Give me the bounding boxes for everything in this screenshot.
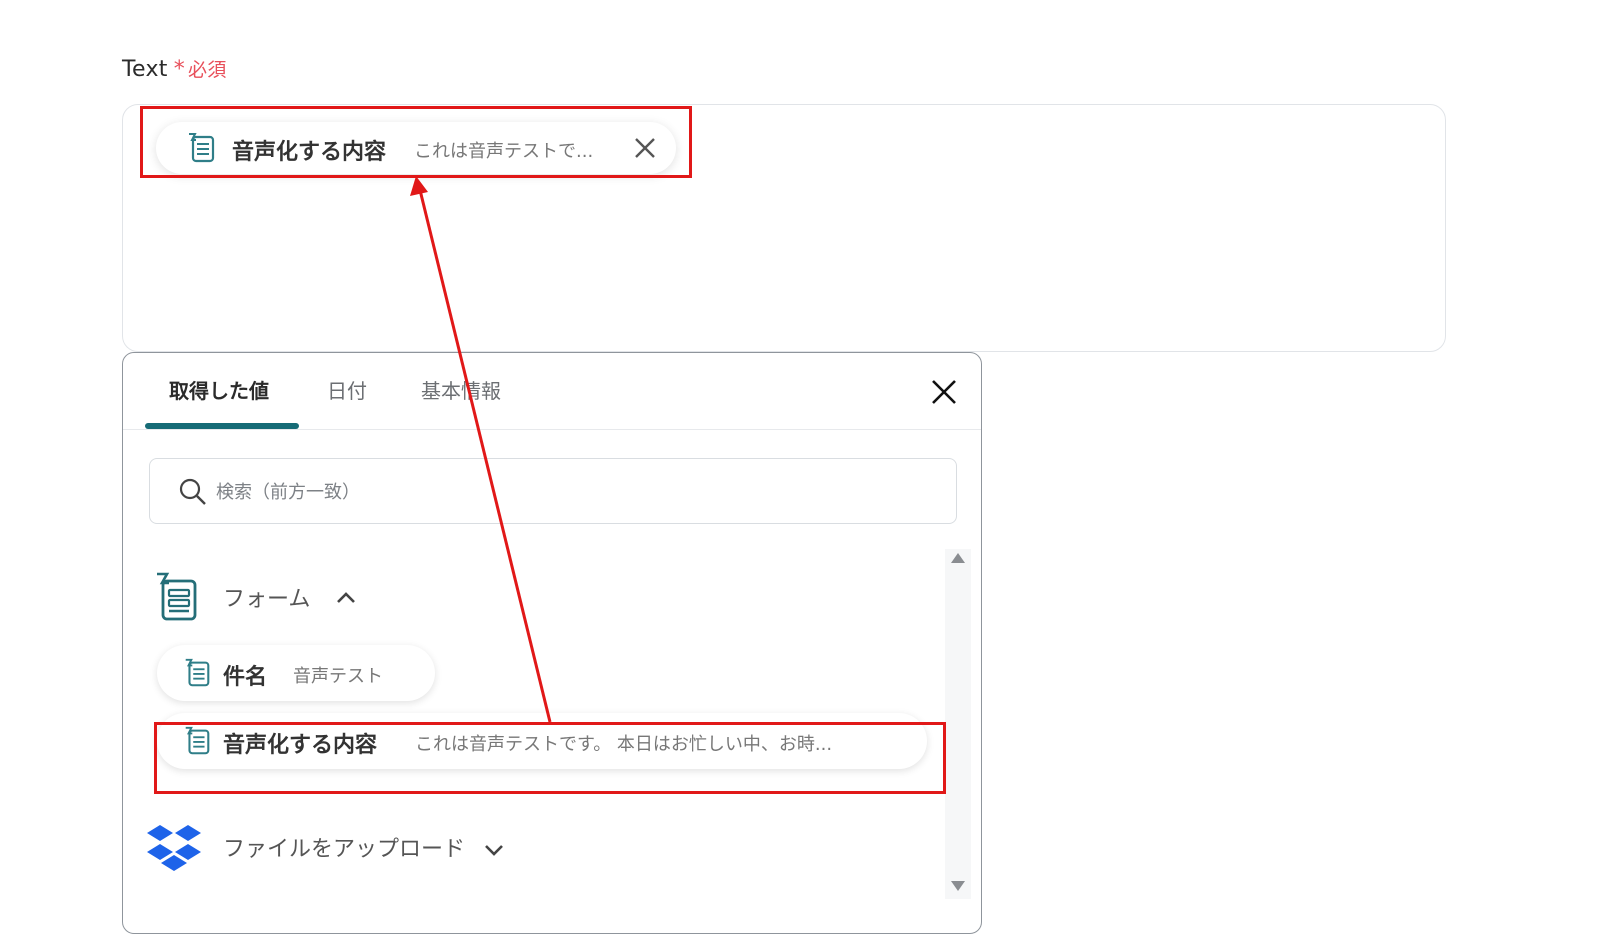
item-preview: これは音声テストです。 本日はお忙しい中、お時...: [415, 734, 833, 755]
remove-token-icon[interactable]: [631, 134, 659, 162]
group-dropbox-label[interactable]: ファイルをアップロード: [223, 831, 465, 863]
scroll-down-arrow[interactable]: [951, 881, 965, 891]
group-form-label[interactable]: フォーム: [223, 581, 310, 613]
search-icon: [179, 478, 206, 505]
item-name: 件名: [223, 665, 268, 690]
list-item-voice-content[interactable]: 音声化する内容 これは音声テストです。 本日はお忙しい中、お時...: [157, 713, 927, 769]
active-tab-indicator: [145, 423, 299, 429]
form-icon: [157, 572, 197, 621]
chevron-down-icon[interactable]: [481, 837, 507, 863]
required-asterisk: *: [173, 57, 186, 82]
close-picker-icon[interactable]: [929, 377, 959, 407]
token-name: 音声化する内容: [232, 140, 387, 165]
field-label-text: Text: [122, 57, 168, 82]
scrollbar-track[interactable]: [945, 549, 971, 899]
value-picker-panel: 取得した値 日付 基本情報 フォーム 件名: [122, 352, 982, 934]
selected-value-token[interactable]: 音声化する内容 これは音声テストで...: [156, 122, 676, 174]
search-box: [149, 458, 957, 524]
tab-retrieved-values[interactable]: 取得した値: [169, 375, 269, 404]
dropbox-icon: [147, 825, 201, 871]
item-name: 音声化する内容: [223, 733, 378, 758]
chevron-up-icon[interactable]: [333, 585, 359, 611]
item-preview: 音声テスト: [293, 666, 383, 687]
tab-basic-info[interactable]: 基本情報: [421, 375, 501, 404]
form-icon: [185, 726, 210, 755]
form-icon: [189, 133, 215, 163]
list-item-subject[interactable]: 件名 音声テスト: [157, 645, 435, 701]
required-badge: 必須: [188, 59, 227, 81]
scroll-up-arrow[interactable]: [951, 553, 965, 563]
search-input[interactable]: [214, 473, 918, 511]
tab-date[interactable]: 日付: [327, 375, 367, 404]
text-field-label: Text * 必須: [122, 55, 227, 82]
picker-tabs: 取得した値 日付 基本情報: [123, 353, 981, 430]
form-icon: [185, 658, 210, 687]
token-preview: これは音声テストで...: [414, 141, 594, 162]
